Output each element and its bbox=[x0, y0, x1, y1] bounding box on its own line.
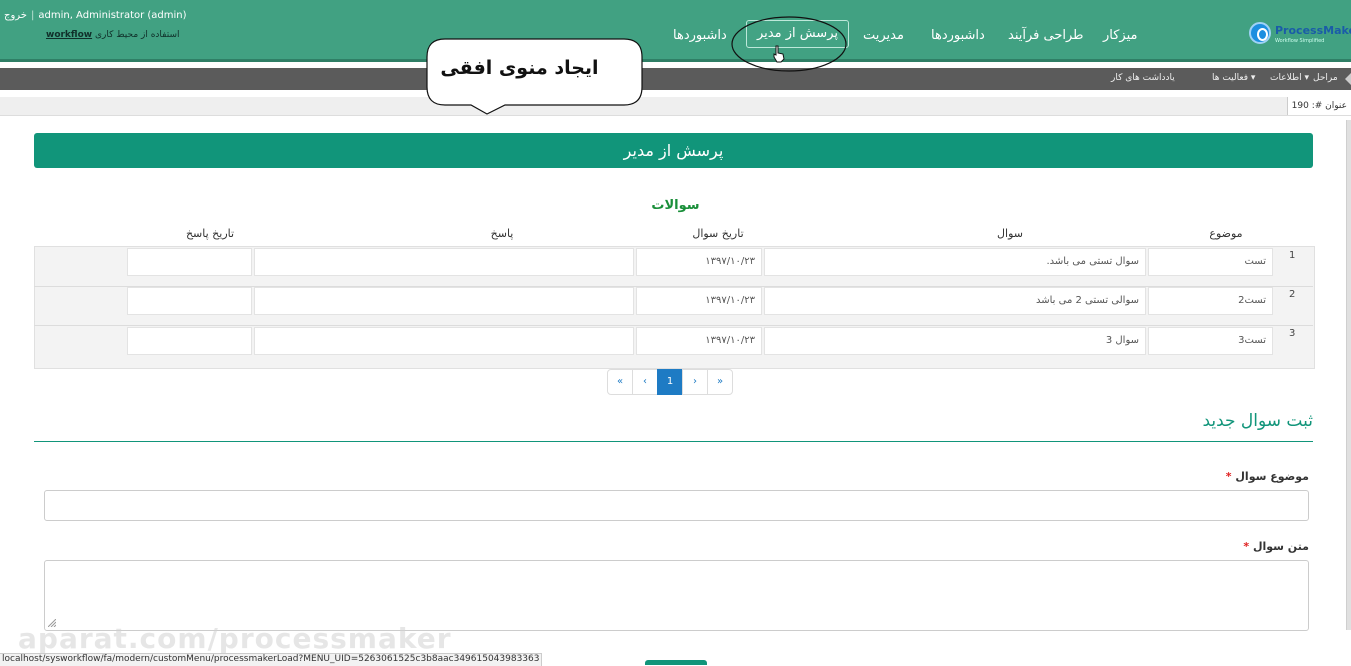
logo-icon bbox=[1249, 22, 1271, 44]
row-number: 3 bbox=[1289, 328, 1296, 339]
annotation-text: ایجاد منوی افقی bbox=[440, 57, 599, 79]
cell-answer-date[interactable] bbox=[127, 248, 252, 276]
cell-subject[interactable]: تست3 bbox=[1148, 327, 1273, 355]
cell-answer-date[interactable] bbox=[127, 327, 252, 355]
workspace-info: استفاده از محیط کاری workflow bbox=[46, 30, 179, 40]
collapse-arrow-icon[interactable] bbox=[1345, 73, 1351, 85]
row-number: 1 bbox=[1289, 250, 1296, 261]
highlight-ellipse bbox=[731, 16, 847, 72]
question-textarea[interactable] bbox=[44, 560, 1309, 631]
cell-subject[interactable]: تست bbox=[1148, 248, 1273, 276]
nav-designer[interactable]: طراحی فرآیند bbox=[1008, 28, 1084, 43]
user-info: خروج | admin, Administrator (admin) bbox=[4, 10, 187, 21]
pager-last-button[interactable]: » bbox=[707, 369, 733, 395]
toolbar-actions[interactable]: فعالیت ها ▾ bbox=[1212, 73, 1255, 83]
column-answer-date: تاریخ پاسخ bbox=[185, 227, 235, 240]
toolbar-info-label: اطلاعات bbox=[1270, 73, 1302, 83]
processmaker-logo[interactable]: ProcessMaker Workflow Simplified bbox=[1249, 22, 1351, 50]
case-title: عنوان #: 190 bbox=[1286, 97, 1351, 115]
subject-label-text: موضوع سوال bbox=[1235, 470, 1309, 483]
text-label-text: متن سوال bbox=[1252, 540, 1309, 553]
pager-first-button[interactable]: « bbox=[607, 369, 633, 395]
text-field-label: * متن سوال bbox=[1243, 540, 1309, 553]
column-question-date: تاریخ سوال bbox=[692, 227, 744, 240]
subject-field-label: * موضوع سوال bbox=[1226, 470, 1309, 483]
cell-question-date[interactable]: ۱۳۹۷/۱۰/۲۳ bbox=[636, 327, 762, 355]
cell-question-date[interactable]: ۱۳۹۷/۱۰/۲۳ bbox=[636, 287, 762, 315]
grid-title: سوالات bbox=[651, 198, 700, 213]
submit-button[interactable] bbox=[645, 660, 707, 665]
cell-answer[interactable] bbox=[254, 327, 634, 355]
section-divider bbox=[34, 441, 1313, 442]
workspace-link[interactable]: workflow bbox=[46, 30, 92, 40]
toolbar-info[interactable]: اطلاعات ▾ bbox=[1270, 73, 1309, 83]
logout-link[interactable]: خروج bbox=[4, 10, 27, 21]
column-answer: پاسخ bbox=[490, 227, 514, 240]
toolbar-steps[interactable]: مراحل bbox=[1313, 73, 1338, 83]
required-mark: * bbox=[1225, 470, 1232, 483]
cell-answer-date[interactable] bbox=[127, 287, 252, 315]
toolbar-actions-label: فعالیت ها bbox=[1212, 73, 1249, 83]
toolbar-notes[interactable]: یادداشت های کار bbox=[1111, 73, 1175, 83]
subject-input[interactable] bbox=[44, 490, 1309, 521]
column-subject: موضوع bbox=[1209, 227, 1243, 240]
status-url: localhost/sysworkflow/fa/modern/customMe… bbox=[0, 653, 543, 666]
nav-dashboards[interactable]: داشبوردها bbox=[931, 28, 985, 43]
cell-subject[interactable]: تست2 bbox=[1148, 287, 1273, 315]
cell-question[interactable]: سوال تستی می باشد. bbox=[764, 248, 1146, 276]
column-question: سوال bbox=[997, 227, 1023, 240]
case-toolbar: یادداشت های کار فعالیت ها ▾ اطلاعات ▾ مر… bbox=[0, 68, 1351, 90]
logo-text: ProcessMaker bbox=[1275, 24, 1351, 37]
workspace-prefix: استفاده از محیط کاری bbox=[94, 30, 180, 40]
nav-home[interactable]: میزکار bbox=[1103, 28, 1138, 43]
logo-tagline: Workflow Simplified bbox=[1275, 38, 1325, 44]
vertical-scrollbar[interactable] bbox=[1346, 120, 1351, 630]
nav-dashboards-2[interactable]: داشبوردها bbox=[673, 28, 727, 43]
user-name: admin, Administrator (admin) bbox=[38, 10, 187, 21]
pager-prev-button[interactable]: ‹ bbox=[632, 369, 658, 395]
pager-next-button[interactable]: › bbox=[682, 369, 708, 395]
cell-question-date[interactable]: ۱۳۹۷/۱۰/۲۳ bbox=[636, 248, 762, 276]
cell-question[interactable]: سوالی تستی 2 می باشد bbox=[764, 287, 1146, 315]
nav-admin[interactable]: مدیریت bbox=[863, 28, 904, 43]
required-mark: * bbox=[1243, 540, 1250, 553]
navbar-divider bbox=[0, 59, 1351, 62]
cell-answer[interactable] bbox=[254, 287, 634, 315]
pagination: « ‹ 1 › » bbox=[607, 369, 733, 395]
case-title-bar: عنوان #: 190 bbox=[0, 97, 1351, 116]
watermark: aparat.com/processmaker bbox=[18, 622, 452, 655]
pager-current-page[interactable]: 1 bbox=[657, 369, 683, 395]
cell-answer[interactable] bbox=[254, 248, 634, 276]
new-question-title: ثبت سوال جدید bbox=[1202, 411, 1313, 431]
row-divider bbox=[34, 325, 1313, 326]
cell-question[interactable]: سوال 3 bbox=[764, 327, 1146, 355]
row-number: 2 bbox=[1289, 289, 1296, 300]
form-header: پرسش از مدیر bbox=[34, 133, 1313, 168]
